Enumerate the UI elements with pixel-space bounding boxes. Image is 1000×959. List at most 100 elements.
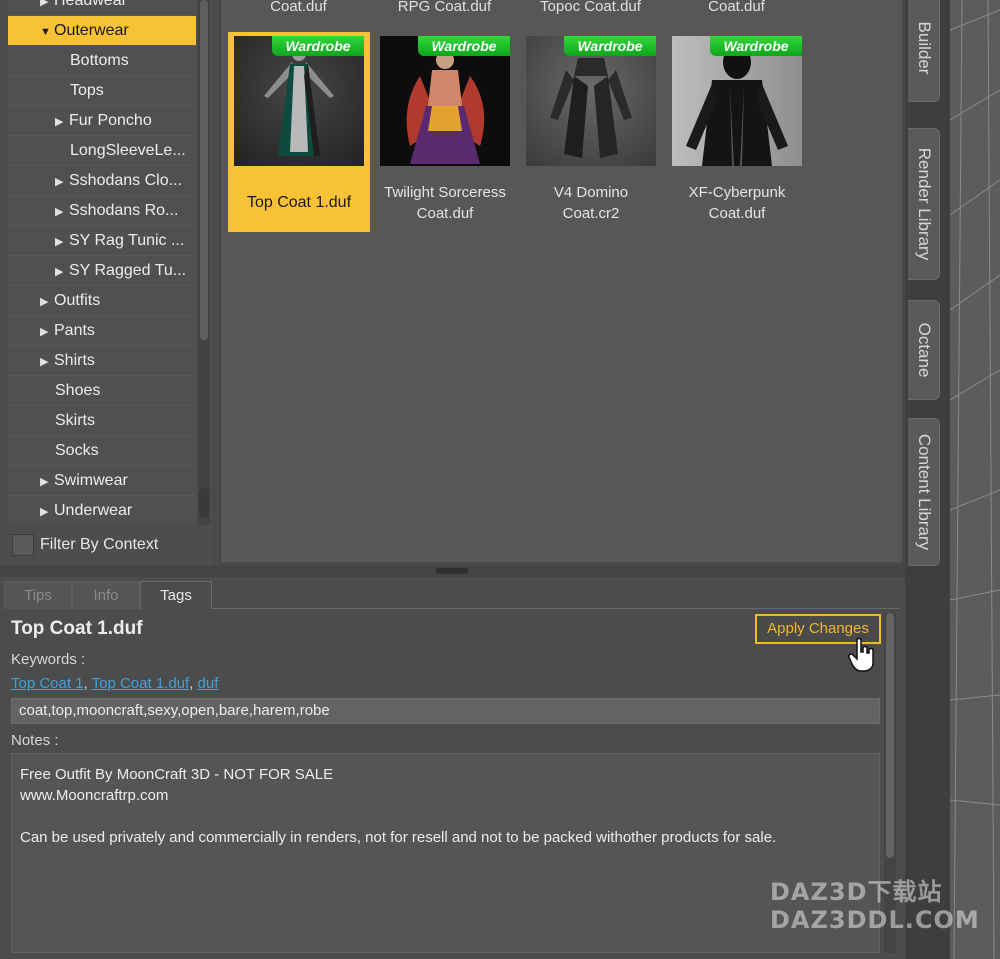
tree-item[interactable]: Skirts [8, 406, 196, 436]
top-row-label: Coat.duf [708, 0, 765, 15]
keyword-link[interactable]: Top Coat 1.duf [92, 675, 190, 692]
asset-label: Top Coat 1.duf [246, 194, 352, 211]
top-row-label: RPG Coat.duf [397, 0, 492, 15]
tree-item-label: Outerwear [54, 22, 129, 39]
asset-tile-xf-cyberpunk[interactable]: Wardrobe XF-Cyberpunk Coat.duf [666, 32, 808, 232]
asset-thumbnail: Wardrobe [380, 36, 510, 166]
tree-item-label: Sshodans Ro... [69, 202, 179, 219]
collapsed-arrow-icon[interactable]: ▶ [55, 257, 69, 285]
tree-item[interactable]: ▶ Swimwear [8, 466, 196, 496]
tree-item[interactable]: ▶ Pants [8, 316, 196, 346]
collapsed-arrow-icon[interactable]: ▶ [40, 347, 54, 375]
tab-content-library[interactable]: Content Library [908, 418, 940, 566]
watermark: DAZ3D下载站 DAZ3DDL.COM [770, 878, 980, 934]
tree-item-label: Tops [70, 82, 104, 99]
tab-render-library[interactable]: Render Library [908, 128, 940, 280]
asset-label: V4 Domino Coat.cr2 [553, 184, 629, 222]
tree-item[interactable]: Bottoms [8, 46, 196, 76]
tree-item-label: Shoes [55, 382, 101, 399]
top-row-label: Topoc Coat.duf [540, 0, 641, 15]
asset-label: XF-Cyberpunk Coat.duf [688, 184, 786, 222]
asset-title: Top Coat 1.duf [11, 618, 143, 639]
collapsed-arrow-icon[interactable]: ▶ [55, 197, 69, 225]
wardrobe-badge: Wardrobe [418, 36, 510, 56]
tree-item[interactable]: Shoes [8, 376, 196, 406]
filter-by-context[interactable]: Filter By Context [12, 533, 158, 557]
collapsed-arrow-icon[interactable]: ▶ [40, 317, 54, 345]
keywords-input[interactable]: coat,top,mooncraft,sexy,open,bare,harem,… [11, 698, 880, 724]
tree-item[interactable]: LongSleeveLe... [8, 136, 196, 166]
tree-item-label: Skirts [55, 412, 95, 429]
tree-item[interactable]: ▶ Headwear [8, 0, 196, 16]
tab-builder[interactable]: Builder [908, 0, 940, 102]
tree-item[interactable]: Socks [8, 436, 196, 466]
tree-item[interactable]: Tops [8, 76, 196, 106]
tree-item[interactable]: ▼ Outerwear [8, 16, 196, 46]
collapsed-arrow-icon[interactable]: ▶ [55, 167, 69, 195]
tree-item-label: Socks [55, 442, 99, 459]
asset-tile-twilight-sorceress[interactable]: Wardrobe Twilight Sorceress Coat.duf [374, 32, 516, 232]
collapsed-arrow-icon[interactable]: ▶ [40, 0, 54, 15]
tree-item-label: SY Rag Tunic ... [69, 232, 185, 249]
asset-tile-top-coat[interactable]: Wardrobe Top Coat 1.duf [228, 32, 370, 232]
panel-splitter[interactable] [0, 565, 905, 577]
tree-item-label: Bottoms [70, 52, 129, 69]
tree-scroll-thumb[interactable] [200, 0, 208, 340]
wardrobe-badge: Wardrobe [710, 36, 802, 56]
tab-info[interactable]: Info [72, 581, 140, 609]
collapsed-arrow-icon[interactable]: ▶ [55, 107, 69, 135]
asset-label: Twilight Sorceress Coat.duf [384, 184, 506, 222]
expanded-arrow-icon[interactable]: ▼ [40, 17, 54, 45]
filter-label: Filter By Context [40, 536, 159, 553]
tree-item-label: Fur Poncho [69, 112, 152, 129]
tree-item[interactable]: ▶ Underwear [8, 496, 196, 525]
tree-item-label: Underwear [54, 502, 133, 519]
tree-item-label: LongSleeveLe... [70, 142, 186, 159]
asset-thumbnail: Wardrobe [672, 36, 802, 166]
keyword-link[interactable]: Top Coat 1 [11, 675, 84, 692]
tab-octane[interactable]: Octane [908, 300, 940, 400]
content-grid: Coat.duf RPG Coat.duf Topoc Coat.duf Coa… [220, 0, 902, 562]
tree-item[interactable]: ▶ Outfits [8, 286, 196, 316]
notes-line: www.Mooncraftrp.com [20, 787, 169, 804]
category-tree: ▶ Headwear ▼ Outerwear Bottoms Tops ▶ Fur Ponch… [8, 0, 196, 525]
wardrobe-badge: Wardrobe [272, 36, 364, 56]
top-row-label: Coat.duf [270, 0, 327, 15]
asset-tile-v4-domino[interactable]: Wardrobe V4 Domino Coat.cr2 [520, 32, 662, 232]
viewport-grid [950, 0, 1000, 959]
notes-label: Notes : [11, 732, 59, 749]
viewport-3d[interactable] [950, 0, 1000, 959]
tree-scroll-handle[interactable] [199, 488, 209, 518]
category-tree-panel: ▶ Headwear ▼ Outerwear Bottoms Tops ▶ Fur Ponch… [0, 0, 212, 565]
tree-item[interactable]: ▶ Sshodans Clo... [8, 166, 196, 196]
filter-checkbox[interactable] [12, 534, 34, 556]
tree-item[interactable]: ▶ Shirts [8, 346, 196, 376]
hand-cursor-icon [848, 637, 874, 672]
tree-item[interactable]: ▶ Fur Poncho [8, 106, 196, 136]
notes-line: Free Outfit By MoonCraft 3D - NOT FOR SA… [20, 766, 334, 783]
keyword-links: Top Coat 1, Top Coat 1.duf, duf [11, 675, 219, 692]
tree-item-label: Swimwear [54, 472, 128, 489]
asset-thumbnail: Wardrobe [234, 36, 364, 166]
tab-tags[interactable]: Tags [140, 581, 212, 609]
tree-item-label: Sshodans Clo... [69, 172, 182, 189]
collapsed-arrow-icon[interactable]: ▶ [55, 227, 69, 255]
collapsed-arrow-icon[interactable]: ▶ [40, 467, 54, 495]
tree-item-label: Headwear [54, 0, 127, 9]
collapsed-arrow-icon[interactable]: ▶ [40, 287, 54, 315]
info-tabs: Tips Info Tags [4, 581, 900, 609]
side-tab-strip: Builder Render Library Octane Content Li… [905, 0, 950, 959]
tree-item[interactable]: ▶ SY Ragged Tu... [8, 256, 196, 286]
info-scroll-thumb[interactable] [886, 613, 894, 858]
keyword-link[interactable]: duf [198, 675, 219, 692]
tree-scrollbar[interactable] [198, 0, 210, 525]
tree-item-label: Shirts [54, 352, 95, 369]
tree-item[interactable]: ▶ SY Rag Tunic ... [8, 226, 196, 256]
splitter-grip[interactable] [436, 568, 468, 574]
collapsed-arrow-icon[interactable]: ▶ [40, 497, 54, 525]
tree-item[interactable]: ▶ Sshodans Ro... [8, 196, 196, 226]
asset-thumbnail: Wardrobe [526, 36, 656, 166]
tab-tips[interactable]: Tips [4, 581, 72, 609]
notes-line: Can be used privately and commercially i… [20, 829, 777, 846]
notes-textarea[interactable]: Free Outfit By MoonCraft 3D - NOT FOR SA… [11, 753, 880, 953]
